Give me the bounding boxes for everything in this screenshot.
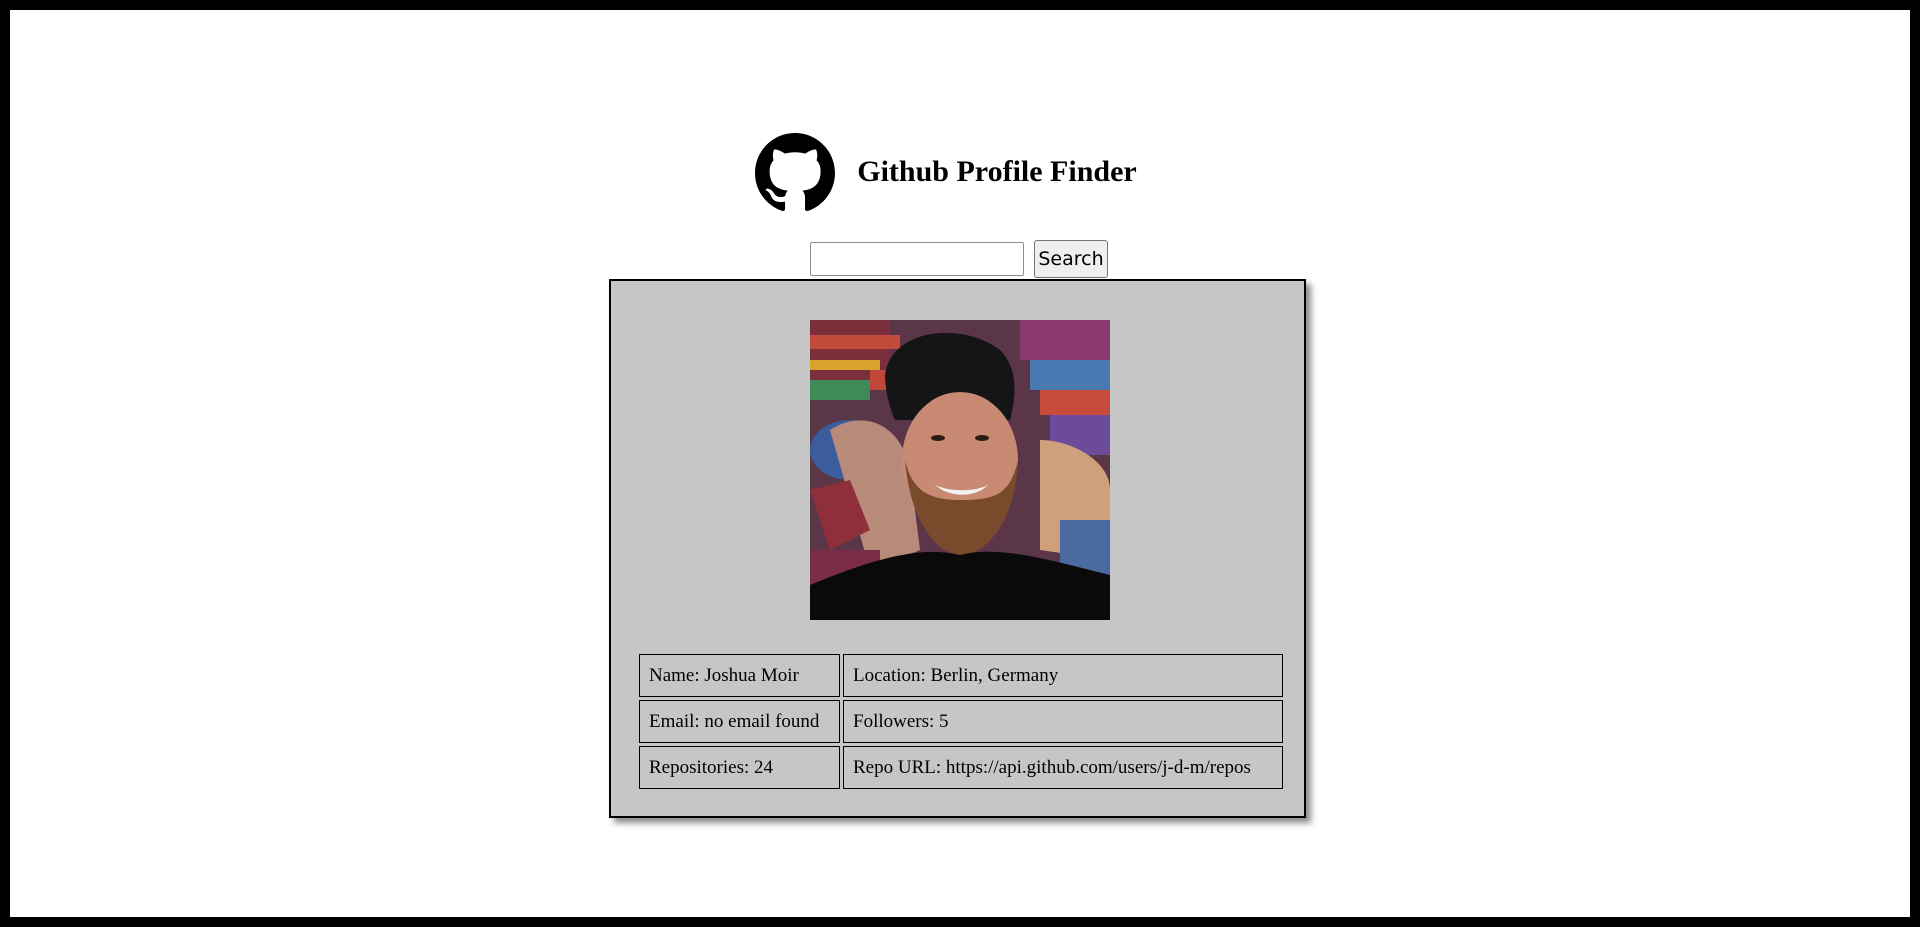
page-title: Github Profile Finder <box>857 155 1137 188</box>
header: Github Profile Finder <box>10 133 1910 213</box>
search-button[interactable]: Search <box>1034 240 1108 278</box>
user-avatar <box>810 320 1110 620</box>
profile-repositories: Repositories: 24 <box>639 746 840 789</box>
avatar-photo-icon <box>810 320 1110 620</box>
profile-repo-url: Repo URL: https://api.github.com/users/j… <box>843 746 1283 789</box>
profile-followers: Followers: 5 <box>843 700 1283 743</box>
table-row: Name: Joshua Moir Location: Berlin, Germ… <box>639 654 1283 697</box>
profile-email: Email: no email found <box>639 700 840 743</box>
profile-location: Location: Berlin, Germany <box>843 654 1283 697</box>
search-bar: Search <box>10 240 1910 278</box>
profile-info-table: Name: Joshua Moir Location: Berlin, Germ… <box>636 651 1286 792</box>
table-row: Repositories: 24 Repo URL: https://api.g… <box>639 746 1283 789</box>
table-row: Email: no email found Followers: 5 <box>639 700 1283 743</box>
search-input[interactable] <box>810 242 1024 276</box>
github-octocat-icon <box>755 133 836 212</box>
page-frame: Github Profile Finder Search Name: Joshu… <box>10 10 1910 917</box>
profile-card: Name: Joshua Moir Location: Berlin, Germ… <box>609 279 1306 818</box>
profile-name: Name: Joshua Moir <box>639 654 840 697</box>
